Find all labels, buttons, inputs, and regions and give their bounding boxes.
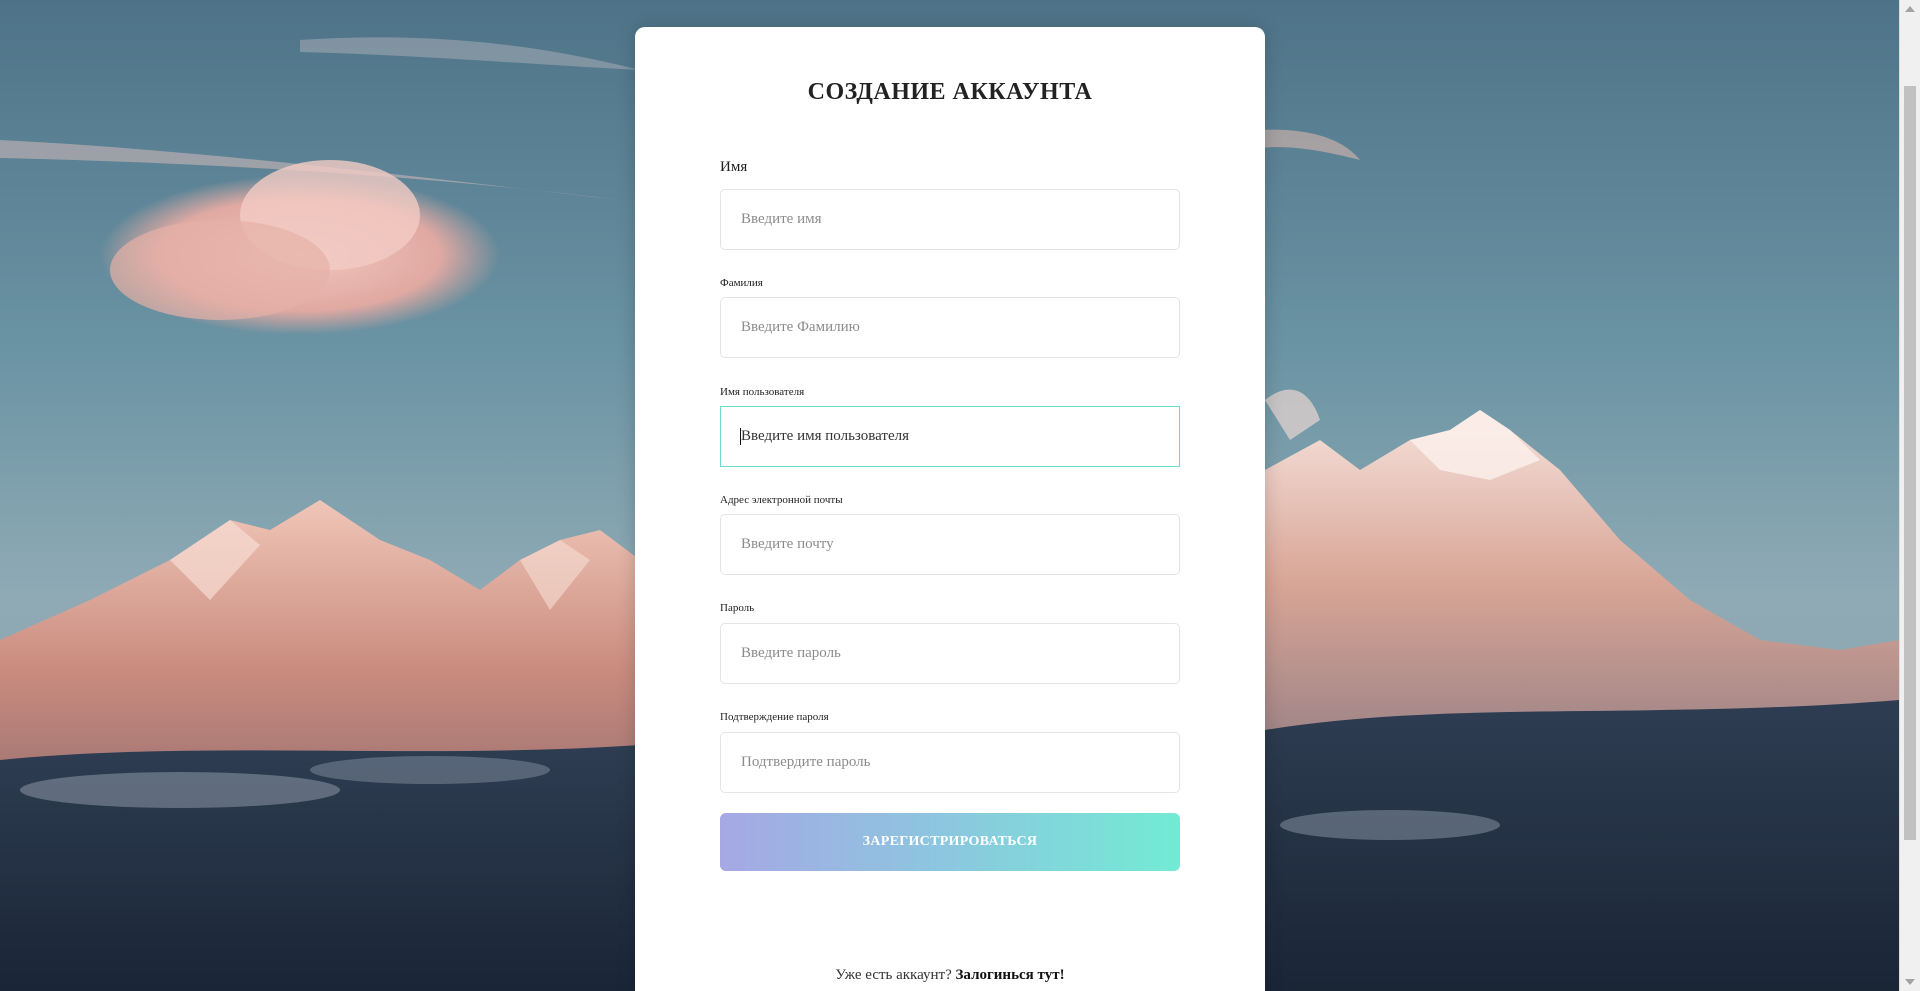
email-input[interactable] <box>720 514 1180 575</box>
email-label: Адрес электронной почты <box>720 494 843 506</box>
register-card: СОЗДАНИЕ АККАУНТА Имя Фамилия Имя пользо… <box>635 27 1265 991</box>
page-viewport: СОЗДАНИЕ АККАУНТА Имя Фамилия Имя пользо… <box>0 0 1920 991</box>
text-caret <box>740 428 741 445</box>
page-scrollbar[interactable] <box>1899 0 1920 991</box>
confirm-password-label: Подтверждение пароля <box>720 711 829 723</box>
form-title: СОЗДАНИЕ АККАУНТА <box>807 79 1093 105</box>
confirm-password-input[interactable] <box>720 732 1180 793</box>
login-prompt-row: Уже есть аккаунт? Залогинься тут! <box>635 967 1265 984</box>
scroll-up-arrow-icon[interactable] <box>1905 6 1915 12</box>
login-prompt-text: Уже есть аккаунт? <box>835 967 952 983</box>
first-name-input[interactable] <box>720 189 1180 250</box>
username-input[interactable] <box>720 406 1180 467</box>
username-label: Имя пользователя <box>720 386 805 398</box>
login-link[interactable]: Залогинься тут! <box>956 967 1065 983</box>
scrollbar-thumb[interactable] <box>1904 86 1916 840</box>
scroll-down-arrow-icon[interactable] <box>1905 979 1915 985</box>
last-name-label: Фамилия <box>720 277 763 289</box>
register-button[interactable]: ЗАРЕГИСТРИРОВАТЬСЯ <box>720 813 1180 871</box>
first-name-label: Имя <box>720 159 748 175</box>
password-input[interactable] <box>720 623 1180 684</box>
password-label: Пароль <box>720 602 755 614</box>
last-name-input[interactable] <box>720 297 1180 358</box>
